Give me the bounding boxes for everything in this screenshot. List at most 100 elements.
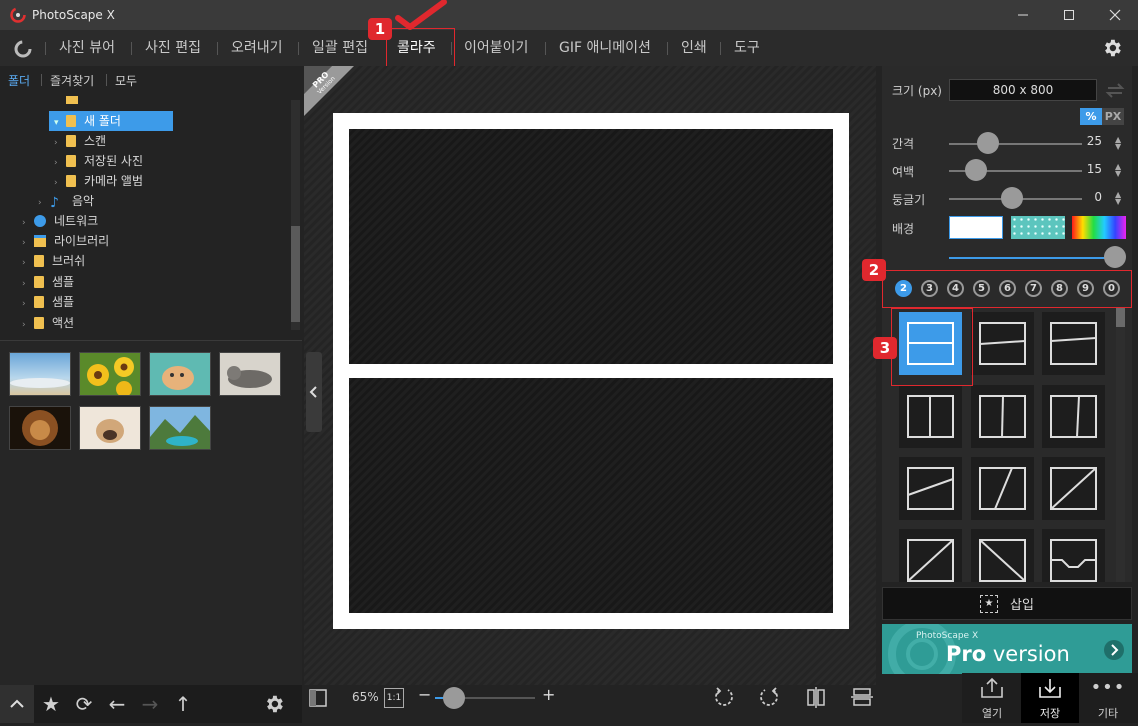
- open-button[interactable]: 열기: [963, 673, 1021, 723]
- layout-diagonal-4[interactable]: [899, 529, 962, 582]
- spacing-value[interactable]: 25: [1080, 134, 1102, 148]
- tab-favorites[interactable]: 즐겨찾기: [50, 72, 94, 89]
- layout-diagonal-2[interactable]: [971, 457, 1034, 520]
- menu-photo-editor[interactable]: 사진 편집: [145, 30, 201, 66]
- margin-spinner[interactable]: ▲ ▼: [1115, 163, 1121, 178]
- tree-item-network[interactable]: › 네트워크: [22, 211, 98, 231]
- flip-horizontal-icon[interactable]: [804, 685, 828, 709]
- layout-horizontal-tilt-1[interactable]: [971, 312, 1034, 375]
- layout-vertical-split[interactable]: [899, 385, 962, 448]
- spacing-slider-track[interactable]: [949, 143, 1082, 145]
- swap-orientation-icon[interactable]: [1104, 80, 1126, 100]
- thumbnail-beach[interactable]: [9, 352, 71, 396]
- main-menu-bar: 사진 뷰어 사진 편집 오려내기 일괄 편집 콜라주 이어붙이기 GIF 애니메…: [0, 30, 1138, 66]
- size-input[interactable]: 800 x 800: [949, 79, 1097, 101]
- roundness-slider-knob[interactable]: [1001, 187, 1023, 209]
- tree-item-brush[interactable]: › 브러쉬: [22, 251, 85, 271]
- thumbnail-lion[interactable]: [9, 406, 71, 450]
- tab-all[interactable]: 모두: [115, 72, 137, 89]
- layout-horizontal-tilt-2[interactable]: [1042, 312, 1105, 375]
- thumbnail-sunflowers[interactable]: [79, 352, 141, 396]
- panel-settings-gear-icon[interactable]: [263, 693, 285, 715]
- menu-print[interactable]: 인쇄: [681, 30, 707, 66]
- tree-scrollbar-thumb[interactable]: [291, 226, 300, 322]
- tree-item-scan[interactable]: › 스캔: [54, 131, 106, 151]
- spacing-slider-knob[interactable]: [977, 132, 999, 154]
- rotate-left-icon[interactable]: [712, 685, 736, 709]
- menu-gif-animation[interactable]: GIF 애니메이션: [559, 30, 651, 66]
- roundness-value[interactable]: 0: [1080, 190, 1102, 204]
- tree-item-label: 저장된 사진: [84, 154, 144, 168]
- tree-item-saved-photos[interactable]: › 저장된 사진: [54, 151, 143, 171]
- background-pattern-swatch[interactable]: [1011, 216, 1065, 239]
- collapse-up-button[interactable]: [0, 685, 34, 723]
- zoom-out-button[interactable]: −: [418, 685, 431, 704]
- tree-item-sample[interactable]: › 샘플: [22, 272, 74, 292]
- more-label: 기타: [1097, 707, 1119, 720]
- menu-combine[interactable]: 이어붙이기: [464, 30, 528, 66]
- pro-banner-arrow-icon[interactable]: [1104, 640, 1124, 660]
- zoom-in-button[interactable]: +: [542, 685, 555, 704]
- pro-version-banner[interactable]: PhotoScape X Pro version: [882, 624, 1132, 674]
- layout-vertical-tilt-1[interactable]: [971, 385, 1034, 448]
- margin-label: 여백: [892, 165, 915, 179]
- background-white-swatch[interactable]: [949, 216, 1003, 239]
- minimize-button[interactable]: [1000, 0, 1046, 30]
- tree-item-action[interactable]: › 액션: [22, 313, 74, 333]
- zoom-slider-knob[interactable]: [443, 687, 465, 709]
- spacing-label: 간격: [892, 137, 915, 151]
- menu-photo-viewer[interactable]: 사진 뷰어: [59, 30, 115, 66]
- layout-diagonal-1[interactable]: [899, 457, 962, 520]
- thumbnail-mountain-lake[interactable]: [149, 406, 211, 450]
- layout-wave[interactable]: [1042, 529, 1105, 582]
- layout-diagonal-5[interactable]: [971, 529, 1034, 582]
- close-button[interactable]: [1092, 0, 1138, 30]
- layout-scrollbar[interactable]: [1116, 307, 1125, 582]
- save-button[interactable]: 저장: [1021, 673, 1079, 723]
- spacing-spinner[interactable]: ▲ ▼: [1115, 136, 1121, 151]
- margin-slider-knob[interactable]: [965, 159, 987, 181]
- tab-folder[interactable]: 폴더: [8, 72, 30, 89]
- tree-item-camera-album[interactable]: › 카메라 앨범: [54, 171, 143, 191]
- menu-batch-edit[interactable]: 일괄 편집: [312, 30, 368, 66]
- actual-size-button[interactable]: 1:1: [384, 688, 404, 708]
- thumbnail-cat-gray[interactable]: [219, 352, 281, 396]
- menu-cut-out[interactable]: 오려내기: [231, 30, 283, 66]
- maximize-button[interactable]: [1046, 0, 1092, 30]
- rotate-right-icon[interactable]: [757, 685, 781, 709]
- tree-item-label: 카메라 앨범: [84, 174, 144, 188]
- settings-gear-icon[interactable]: [1101, 37, 1123, 59]
- layout-vertical-tilt-2[interactable]: [1042, 385, 1105, 448]
- more-button[interactable]: ••• 기타: [1079, 673, 1137, 723]
- layout-diagonal-3[interactable]: [1042, 457, 1105, 520]
- frame-toggle-icon[interactable]: [308, 688, 328, 708]
- collapse-left-panel-button[interactable]: [306, 352, 322, 432]
- collage-cell-bottom[interactable]: [349, 378, 833, 613]
- forward-arrow-icon[interactable]: →: [135, 685, 165, 723]
- thumbnail-pug[interactable]: [79, 406, 141, 450]
- collage-cell-top[interactable]: [349, 129, 833, 364]
- tree-item-sample-2[interactable]: › 샘플: [22, 292, 74, 312]
- tree-item-music[interactable]: › ♪ 음악: [38, 191, 94, 211]
- flip-vertical-icon[interactable]: [850, 685, 874, 709]
- unit-percent-button[interactable]: %: [1080, 108, 1102, 125]
- menu-tools[interactable]: 도구: [734, 30, 760, 66]
- background-gradient-swatch[interactable]: [1072, 216, 1126, 239]
- favorite-star-icon[interactable]: ★: [36, 685, 66, 723]
- home-icon[interactable]: [12, 38, 34, 60]
- opacity-slider-track[interactable]: [949, 257, 1109, 259]
- roundness-spinner[interactable]: ▲ ▼: [1115, 191, 1121, 206]
- back-arrow-icon[interactable]: ←: [102, 685, 132, 723]
- layout-scrollbar-thumb[interactable]: [1116, 307, 1125, 327]
- up-arrow-icon[interactable]: ↑: [168, 685, 198, 723]
- selected-layout-highlight: [891, 308, 973, 386]
- menu-separator: [131, 42, 132, 55]
- opacity-slider-knob[interactable]: [1104, 246, 1126, 268]
- margin-value[interactable]: 15: [1080, 162, 1102, 176]
- unit-px-button[interactable]: PX: [1102, 108, 1124, 125]
- thumbnail-cat-teal[interactable]: [149, 352, 211, 396]
- tree-item-library[interactable]: › 라이브러리: [22, 231, 109, 251]
- insert-button[interactable]: ★ 삽입: [882, 587, 1132, 620]
- tree-item-new-folder[interactable]: ▾ 새 폴더: [54, 111, 121, 131]
- refresh-icon[interactable]: ⟳: [69, 685, 99, 723]
